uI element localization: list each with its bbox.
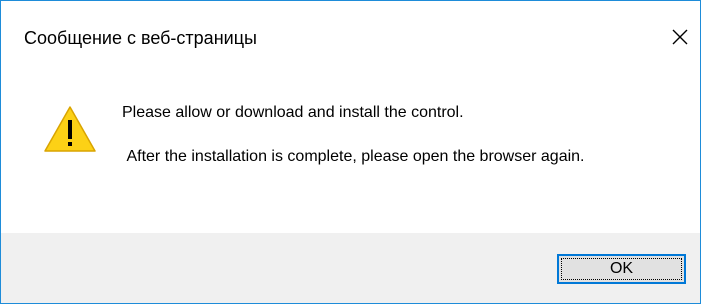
title-bar: Сообщение с веб-страницы <box>1 1 700 75</box>
message-line-2: After the installation is complete, plea… <box>122 148 585 165</box>
ok-button[interactable]: OK <box>557 254 686 284</box>
dialog-content: Please allow or download and install the… <box>1 75 700 233</box>
warning-icon <box>44 106 96 152</box>
close-button[interactable] <box>652 1 700 75</box>
message-dialog: Сообщение с веб-страницы Please allow or… <box>0 0 701 304</box>
message-line-1: Please allow or download and install the… <box>122 104 464 121</box>
dialog-title: Сообщение с веб-страницы <box>24 28 257 48</box>
button-bar: OK <box>1 233 700 303</box>
message-text: Please allow or download and install the… <box>122 102 677 168</box>
close-icon <box>672 29 688 45</box>
